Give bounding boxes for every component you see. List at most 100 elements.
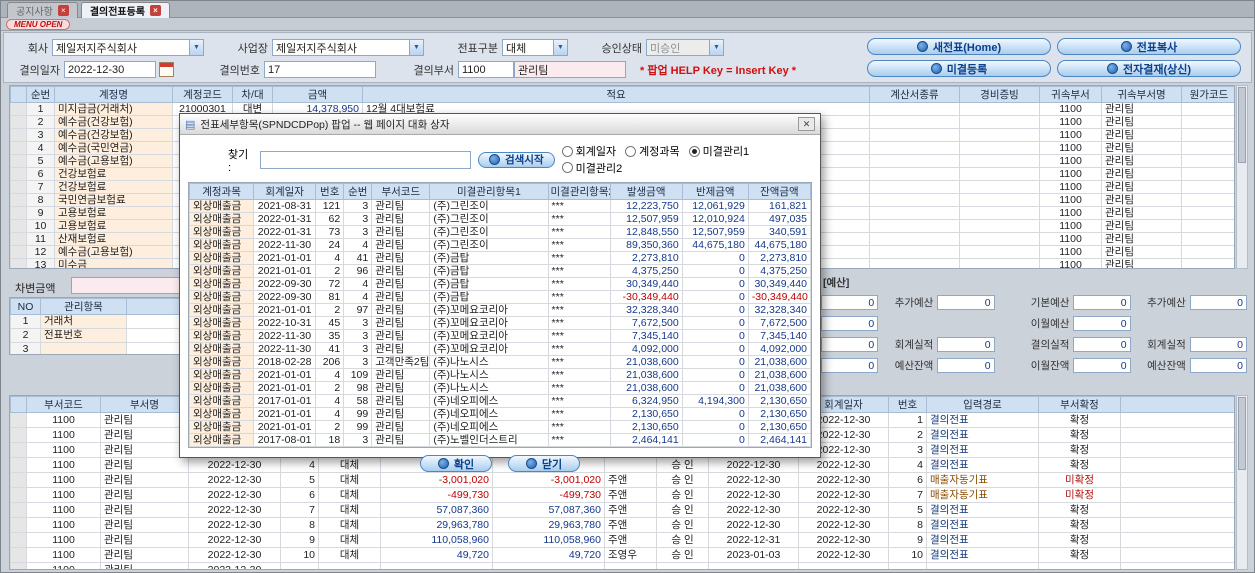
cell[interactable] <box>10 219 27 233</box>
cell[interactable]: 2021-01-01 <box>253 264 317 278</box>
cell[interactable]: 조영우 <box>604 547 657 563</box>
cell[interactable] <box>1120 412 1234 428</box>
cell[interactable]: 확정 <box>1038 457 1121 473</box>
cell[interactable]: 21,038,600 <box>747 368 811 382</box>
cell[interactable]: 2 <box>315 303 345 317</box>
table-row[interactable]: 1100 관리팀 2022-12-30 6 대체 -499,730 -499,730 주앤 승 … <box>10 487 1234 503</box>
table-row[interactable]: 외상매출금 2022-11-30 35 3 관리팀 (주)꼬메요코리아 *** 7,345,1… <box>189 329 811 343</box>
cell[interactable]: 99 <box>343 407 373 421</box>
cell[interactable]: 외상매출금 <box>189 420 255 434</box>
cell[interactable]: 관리팀 <box>100 502 189 518</box>
cell[interactable]: *** <box>547 368 611 382</box>
cell[interactable] <box>492 562 605 569</box>
cell[interactable]: 관리팀 <box>371 329 431 343</box>
cell[interactable]: 관리팀 <box>371 381 431 395</box>
cell[interactable]: 73 <box>315 225 345 239</box>
cell[interactable]: 미확정 <box>1038 487 1121 503</box>
cell[interactable]: *** <box>547 342 611 356</box>
cell[interactable] <box>869 154 960 168</box>
close-button[interactable]: 닫기 <box>508 455 580 472</box>
cell[interactable]: 2 <box>26 115 55 129</box>
table-row[interactable]: 외상매출금 2022-11-30 24 4 관리팀 (주)그린조이 *** 89,350,36… <box>189 238 811 252</box>
cell[interactable]: 1 <box>26 102 55 116</box>
approve-select[interactable]: 미승인 ▼ <box>646 39 724 56</box>
cell[interactable] <box>959 245 1040 259</box>
cell[interactable] <box>10 128 27 142</box>
chevron-down-icon[interactable]: ▼ <box>709 40 723 55</box>
cell[interactable]: 미수금 <box>54 258 173 268</box>
cell[interactable]: (주)나노시스 <box>429 355 549 369</box>
radio-icon[interactable] <box>688 145 700 157</box>
cell[interactable]: 21,038,600 <box>609 368 683 382</box>
column-header[interactable]: 부서명 <box>100 396 189 413</box>
cell[interactable]: 1100 <box>1039 219 1102 233</box>
budget-value[interactable]: 0 <box>821 316 879 331</box>
cell[interactable] <box>1120 457 1234 473</box>
cell[interactable]: 관리팀 <box>371 212 431 226</box>
cell[interactable]: 관리팀 <box>1101 180 1182 194</box>
cell[interactable]: 대체 <box>318 487 381 503</box>
cell[interactable]: 관리팀 <box>1101 102 1182 116</box>
cell[interactable] <box>708 562 799 569</box>
cell[interactable]: 대체 <box>318 502 381 518</box>
cell[interactable] <box>10 245 27 259</box>
cell[interactable]: 5 <box>26 154 55 168</box>
cell[interactable]: 110,058,960 <box>492 532 605 548</box>
budget-value[interactable]: 0 <box>1189 358 1247 373</box>
cell[interactable]: *** <box>547 316 611 330</box>
cell[interactable]: *** <box>547 212 611 226</box>
cell[interactable]: 2022-12-30 <box>708 487 799 503</box>
cell[interactable]: 1100 <box>26 547 101 563</box>
cell[interactable]: 2,130,650 <box>609 407 683 421</box>
cell[interactable]: 2022-12-30 <box>188 487 281 503</box>
cell[interactable]: 고용보험료 <box>54 206 173 220</box>
cell[interactable]: 99 <box>343 420 373 434</box>
cell[interactable]: 96 <box>343 264 373 278</box>
cell[interactable] <box>959 115 1040 129</box>
cell[interactable] <box>280 562 319 569</box>
cell[interactable]: 결의전표 <box>926 457 1039 473</box>
cell[interactable] <box>10 115 27 129</box>
number-input[interactable]: 17 <box>264 61 376 78</box>
column-header[interactable]: 순번 <box>26 86 55 103</box>
budget-value[interactable]: 0 <box>1073 295 1131 310</box>
cell[interactable] <box>10 562 27 569</box>
budget-value[interactable]: 0 <box>1189 337 1247 352</box>
cell[interactable] <box>1181 115 1234 129</box>
cell[interactable]: 2,273,810 <box>747 251 811 265</box>
cell[interactable]: 산재보험료 <box>54 232 173 246</box>
table-row[interactable]: 외상매출금 2021-01-01 2 99 관리팀 (주)네오피에스 *** 2,130,65… <box>189 420 811 434</box>
scrollbar-thumb[interactable] <box>1238 397 1246 470</box>
cell[interactable]: 4 <box>315 251 345 265</box>
cell[interactable]: 44,675,180 <box>747 238 811 252</box>
column-header[interactable]: 계정코드 <box>172 86 233 103</box>
cell[interactable]: 2022-12-30 <box>798 517 889 533</box>
radio-icon[interactable] <box>561 145 573 157</box>
confirm-button[interactable]: 확인 <box>420 455 492 472</box>
table-row[interactable]: 1100 관리팀 2022-12-30 5 대체 -3,001,020 -3,001,020… <box>10 472 1234 488</box>
cell[interactable]: 121 <box>315 199 345 213</box>
cell[interactable]: -30,349,440 <box>609 290 683 304</box>
cell[interactable]: 예수금(고용보험) <box>54 245 173 259</box>
cell[interactable] <box>959 180 1040 194</box>
chevron-down-icon[interactable]: ▼ <box>553 40 567 55</box>
column-header[interactable]: 관리항목 <box>40 298 127 315</box>
cell[interactable]: 1100 <box>26 487 101 503</box>
column-header[interactable] <box>10 396 27 413</box>
radio-icon[interactable] <box>561 162 573 173</box>
cell[interactable]: -30,349,440 <box>747 290 811 304</box>
cell[interactable]: (주)네오피에스 <box>429 420 549 434</box>
cell[interactable]: (주)그린조이 <box>429 225 549 239</box>
cell[interactable]: 미확정 <box>1038 472 1121 488</box>
table-row[interactable]: 외상매출금 2021-01-01 2 97 관리팀 (주)꼬메요코리아 *** 32,328,… <box>189 303 811 317</box>
cell[interactable]: (주)꼬메요코리아 <box>429 303 549 317</box>
toolbar-button-전자결재(상신)[interactable]: 전자결재(상신) <box>1057 60 1241 77</box>
cell[interactable]: 3 <box>26 128 55 142</box>
cell[interactable]: 관리팀 <box>371 342 431 356</box>
cell[interactable]: 2022-12-30 <box>798 472 889 488</box>
cell[interactable]: 0 <box>681 368 749 382</box>
cell[interactable]: 4 <box>343 277 373 291</box>
toolbar-button-미결등록[interactable]: 미결등록 <box>867 60 1051 77</box>
chevron-down-icon[interactable]: ▼ <box>409 40 423 55</box>
cell[interactable]: (주)금탑 <box>429 251 549 265</box>
